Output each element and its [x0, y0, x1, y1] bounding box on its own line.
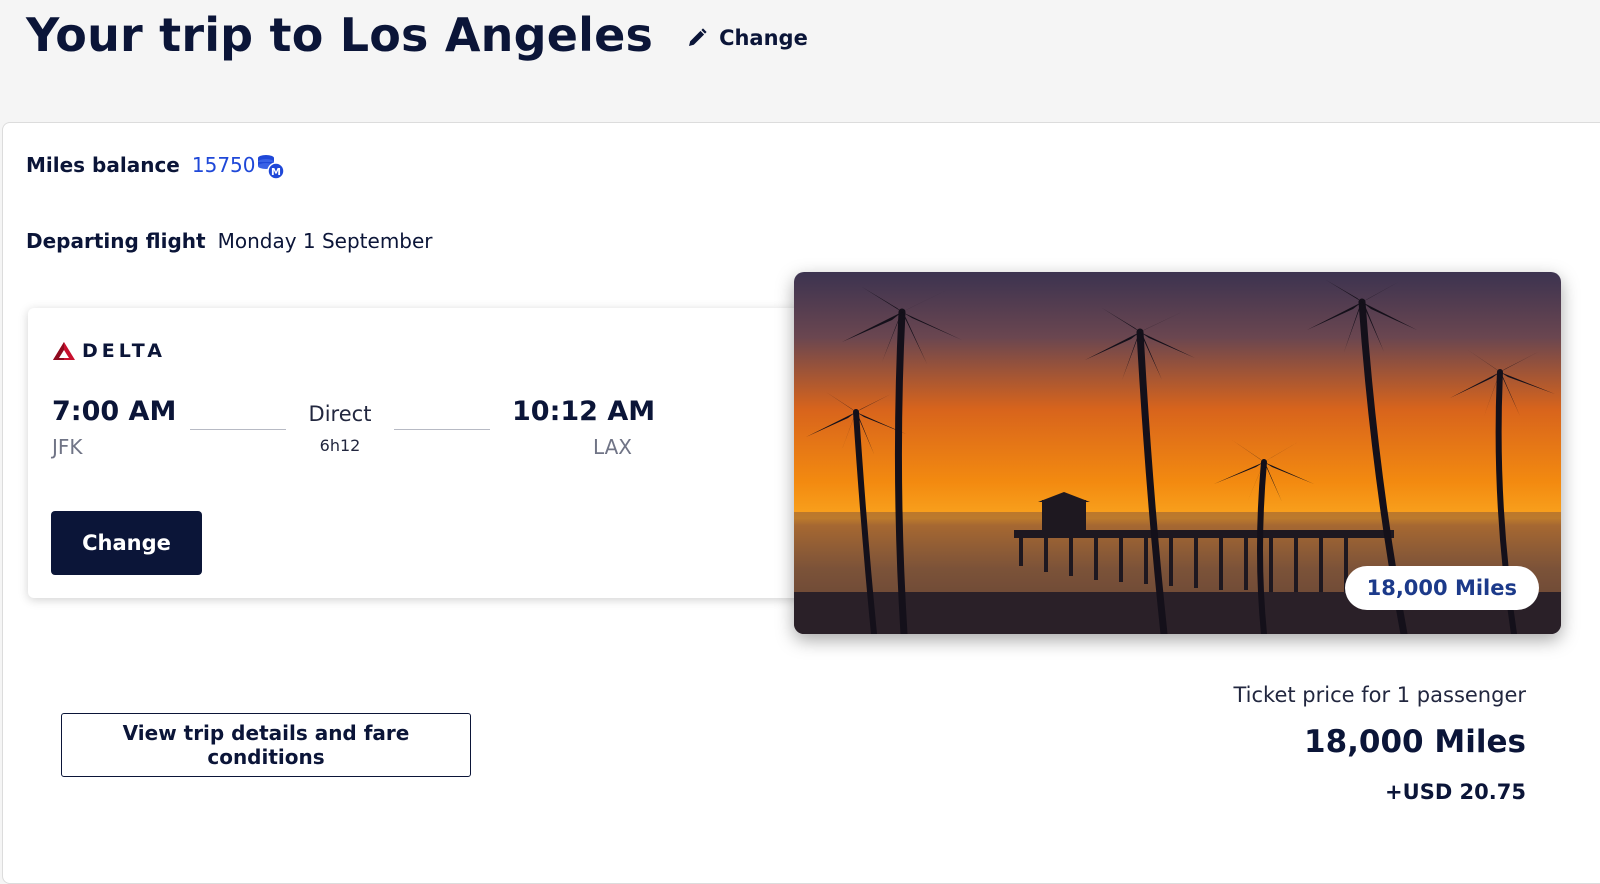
view-trip-details-button[interactable]: View trip details and fare conditions — [61, 713, 471, 777]
price-caption: Ticket price for 1 passenger — [1233, 683, 1526, 707]
page-header: Your trip to Los Angeles Change — [26, 8, 808, 62]
route-line-left — [190, 429, 286, 430]
miles-coins-icon: M — [257, 155, 285, 180]
departure-airport: JFK — [52, 435, 83, 459]
miles-balance-value: 15750 — [191, 153, 256, 177]
page-title: Your trip to Los Angeles — [26, 8, 654, 62]
airline-logo: DELTA — [52, 340, 166, 362]
departing-flight-label: Departing flight — [26, 229, 206, 253]
departure-time: 7:00 AM — [52, 396, 177, 427]
price-miles: 18,000 Miles — [1304, 724, 1526, 760]
flight-card: DELTA 7:00 AM JFK Direct 6h12 10:12 AM L… — [28, 308, 828, 598]
edit-trip-label: Change — [719, 26, 808, 50]
miles-balance: Miles balance 15750 M — [26, 148, 286, 182]
arrival-time: 10:12 AM — [512, 396, 656, 427]
svg-text:M: M — [271, 167, 281, 178]
miles-balance-label: Miles balance — [26, 153, 180, 177]
delta-widget-icon — [53, 342, 75, 360]
flight-duration: 6h12 — [319, 436, 361, 455]
airline-name: DELTA — [82, 340, 166, 362]
change-flight-button[interactable]: Change — [51, 511, 202, 575]
edit-trip-link[interactable]: Change — [685, 26, 808, 50]
pencil-icon — [689, 28, 707, 46]
destination-image: 18,000 Miles — [794, 272, 1561, 634]
departing-flight-heading: Departing flight Monday 1 September — [26, 229, 433, 253]
route-line-right — [394, 429, 490, 430]
stops-label: Direct — [308, 402, 372, 426]
arrival-airport: LAX — [593, 435, 632, 459]
departing-flight-date: Monday 1 September — [217, 229, 433, 253]
miles-price-badge: 18,000 Miles — [1344, 566, 1539, 610]
price-cash: +USD 20.75 — [1385, 780, 1526, 804]
